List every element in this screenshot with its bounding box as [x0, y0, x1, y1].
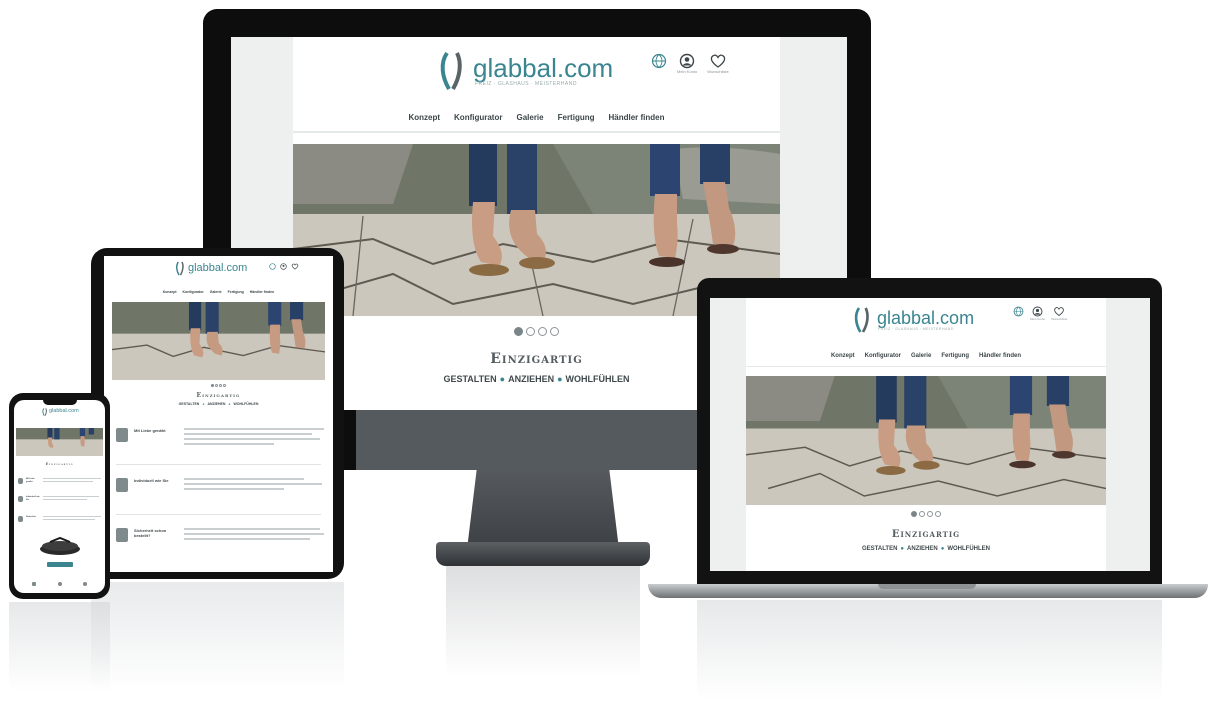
brand-name: glabbal.com [188, 262, 248, 274]
feature-icon [18, 478, 23, 484]
desktop-monitor-base [436, 542, 650, 566]
account-button[interactable]: Mein Konto [677, 53, 697, 74]
nav-item-fertigung[interactable]: Fertigung [228, 290, 244, 294]
slider-dot[interactable] [538, 327, 547, 336]
account-label: Mein Konto [1030, 317, 1046, 321]
brand-name: glabbal.com [877, 308, 975, 328]
globe-icon [651, 53, 667, 69]
user-icon [1032, 306, 1043, 317]
nav-item-konfigurator[interactable]: Konfigurator [183, 290, 204, 294]
nav-item-haendler[interactable]: Händler finden [979, 353, 1021, 359]
nav-item-konzept[interactable]: Konzept [163, 290, 177, 294]
home-icon[interactable] [32, 582, 36, 586]
slider-dot[interactable] [526, 327, 535, 336]
feature-icon [18, 496, 23, 502]
slider-dot[interactable] [219, 384, 222, 387]
phone-cta-button[interactable] [47, 562, 73, 567]
feature-section: Mit Liebe genäht [18, 478, 101, 484]
feature-section: Mit Liebe genäht [116, 428, 324, 445]
wishlist-label: Wunschliste [707, 69, 729, 74]
brand-tagline: FREIZ · GLASHAUS · MEISTERHAND [475, 81, 577, 87]
user-icon[interactable] [57, 582, 62, 586]
wishlist-button[interactable]: Wunschliste [707, 53, 729, 74]
language-switch[interactable] [1013, 306, 1024, 317]
nav-item-konfigurator[interactable]: Konfigurator [865, 353, 901, 359]
brand-name: glabbal.com [473, 53, 614, 83]
laptop-reflection [697, 600, 1162, 700]
globe-icon[interactable] [269, 263, 276, 270]
feature-icon [18, 516, 23, 522]
feature-icon [116, 478, 128, 492]
nav-item-konfigurator[interactable]: Konfigurator [454, 113, 502, 122]
brand-name: glabbal.com [49, 408, 79, 414]
slider-dot[interactable] [935, 511, 941, 517]
hero-subline: GESTALTEN ● ANZIEHEN ● WOHLFÜHLEN [861, 546, 991, 552]
slider-dots [104, 384, 333, 387]
feature-section: Individuell wie Sie [116, 478, 322, 492]
nav-item-galerie[interactable]: Galerie [911, 353, 931, 359]
sandal-product-image [40, 536, 80, 555]
phone-notch [43, 398, 77, 405]
monitor-reflection [446, 566, 640, 676]
wishlist-button[interactable]: Wunschliste [1051, 306, 1067, 321]
hero-image[interactable] [746, 376, 1106, 505]
tablet-screen: glabbal.com Konzept Konfigurator Galerie… [104, 256, 333, 572]
hero-headline: Einzigartig [196, 392, 241, 399]
user-icon[interactable] [280, 263, 287, 270]
brand-tagline: FREIZ · GLASHAUS · MEISTERHAND [878, 327, 954, 331]
nav-item-haendler[interactable]: Händler finden [250, 290, 275, 294]
hero-image[interactable] [16, 428, 103, 456]
nav-item-konzept[interactable]: Konzept [831, 353, 855, 359]
hero-headline: Einzigartig [891, 529, 961, 540]
phone-bottom-nav [32, 582, 87, 586]
feature-icon [116, 528, 128, 542]
slider-dot[interactable] [919, 511, 925, 517]
brand-logo-icon [854, 307, 869, 333]
slider-dot[interactable] [514, 327, 523, 336]
hero-headline: Einzigartig [45, 462, 74, 466]
heart-icon[interactable] [83, 582, 87, 586]
nav-item-galerie[interactable]: Galerie [210, 290, 222, 294]
hero-subline: GESTALTEN ● ANZIEHEN ● WOHLFÜHLEN [178, 402, 259, 406]
nav-item-galerie[interactable]: Galerie [516, 113, 543, 122]
slider-dot[interactable] [927, 511, 933, 517]
tablet-reflection [91, 582, 344, 692]
nav-item-konzept[interactable]: Konzept [408, 113, 440, 122]
main-nav: Konzept Konfigurator Galerie Fertigung H… [746, 353, 1106, 359]
heart-icon [710, 54, 726, 68]
account-label: Mein Konto [677, 69, 698, 74]
wishlist-label: Wunschliste [1051, 317, 1068, 321]
user-icon [679, 53, 695, 69]
main-nav: Konzept Konfigurator Galerie Fertigung H… [104, 290, 333, 294]
nav-item-haendler[interactable]: Händler finden [609, 113, 665, 122]
slider-dot[interactable] [550, 327, 559, 336]
language-switch[interactable] [651, 53, 667, 69]
feature-icon [116, 428, 128, 442]
phone-screen: glabbal.com Einzigartig Mit Liebe genäht… [14, 400, 105, 593]
nav-item-fertigung[interactable]: Fertigung [558, 113, 595, 122]
slider-dot[interactable] [911, 511, 917, 517]
brand-logo-icon [42, 408, 47, 416]
account-button[interactable]: Mein Konto [1030, 306, 1045, 321]
slider-dot[interactable] [215, 384, 218, 387]
nav-item-fertigung[interactable]: Fertigung [941, 353, 969, 359]
slider-dots [746, 511, 1106, 517]
feature-section: Individuell wie Sie [18, 496, 99, 502]
slider-dot[interactable] [211, 384, 214, 387]
globe-icon [1013, 306, 1024, 317]
heart-icon[interactable] [291, 263, 299, 270]
brand-logo-icon [440, 51, 462, 91]
hero-image[interactable] [112, 302, 325, 380]
feature-section: Sicherheit schon bestellt? [116, 528, 324, 542]
main-nav: Konzept Konfigurator Galerie Fertigung H… [293, 113, 780, 122]
laptop-notch [878, 584, 976, 589]
heart-icon [1054, 307, 1065, 317]
phone-reflection [9, 602, 110, 692]
feature-section: Sicherheit [18, 516, 101, 522]
slider-dot[interactable] [223, 384, 226, 387]
desktop-monitor-stand [467, 470, 619, 548]
laptop-screen: glabbal.com FREIZ · GLASHAUS · MEISTERHA… [710, 298, 1150, 571]
brand-logo-icon [175, 261, 184, 276]
